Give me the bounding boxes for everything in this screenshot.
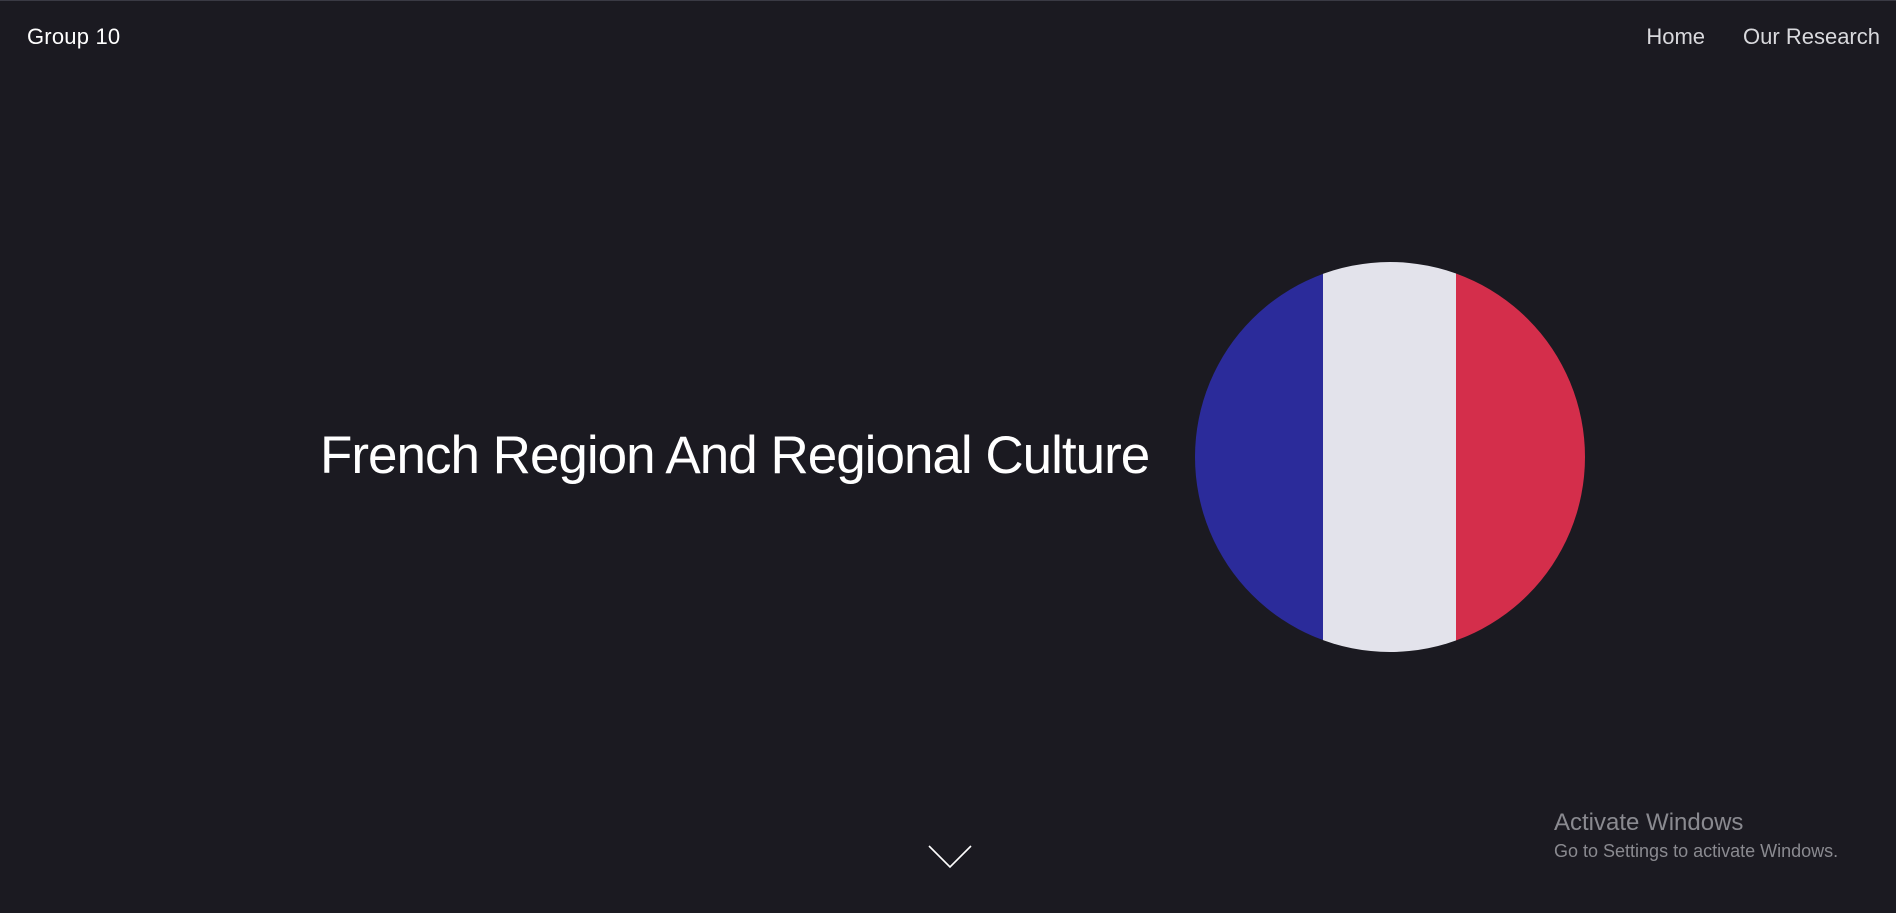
watermark-title: Activate Windows bbox=[1554, 809, 1744, 836]
flag-stripe-white bbox=[1323, 262, 1456, 652]
chevron-down-svg bbox=[928, 845, 972, 869]
chevron-down-icon[interactable] bbox=[928, 845, 972, 869]
watermark-subtitle: Go to Settings to activate Windows. bbox=[1554, 841, 1839, 861]
brand-logo-link[interactable]: Group 10 bbox=[27, 24, 120, 50]
activate-windows-watermark: Activate Windows Go to Settings to activ… bbox=[1554, 808, 1838, 864]
main-nav: Home Our Research bbox=[1646, 24, 1880, 50]
hero-title: French Region And Regional Culture bbox=[320, 426, 1150, 485]
nav-our-research-link[interactable]: Our Research bbox=[1743, 24, 1880, 50]
nav-home-link[interactable]: Home bbox=[1646, 24, 1705, 50]
flag-stripe-red bbox=[1456, 262, 1585, 652]
top-border bbox=[0, 0, 1896, 1]
flag-stripe-blue bbox=[1195, 262, 1323, 652]
french-flag-image bbox=[1195, 262, 1585, 652]
